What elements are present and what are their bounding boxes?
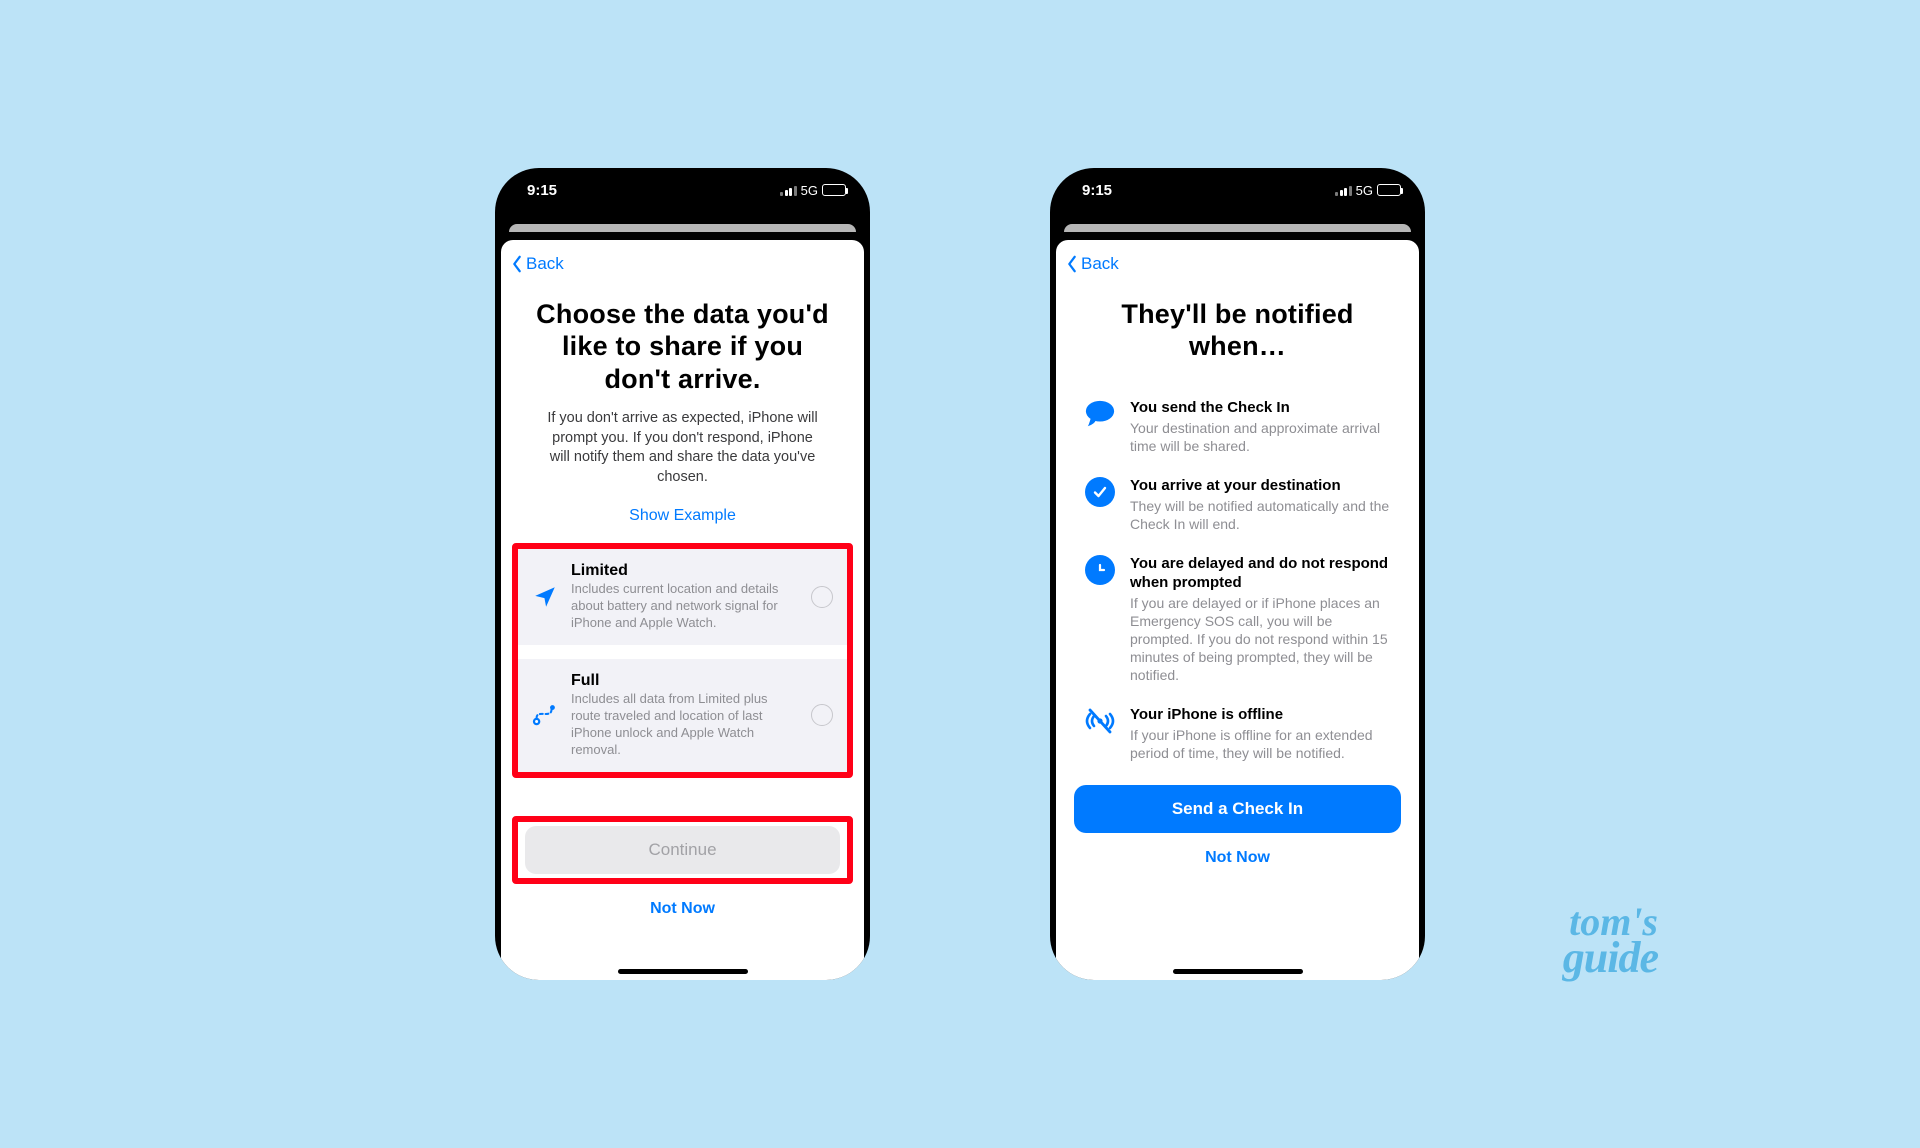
chevron-left-icon [511, 255, 523, 273]
not-now-button[interactable]: Not Now [1056, 833, 1419, 871]
notify-item: You are delayed and do not respond when … [1084, 555, 1391, 684]
offline-icon [1084, 706, 1116, 736]
option-title: Full [571, 672, 799, 690]
notify-title: Your iPhone is offline [1130, 706, 1391, 725]
bubble-icon [1084, 399, 1116, 429]
status-network: 5G [801, 183, 818, 198]
option-desc: Includes current location and details ab… [571, 581, 799, 632]
route-icon [531, 702, 559, 728]
notify-title: You are delayed and do not respond when … [1130, 555, 1391, 593]
back-button[interactable]: Back [511, 254, 852, 274]
signal-icon [780, 184, 797, 196]
option-title: Limited [571, 562, 799, 580]
chevron-left-icon [1066, 255, 1078, 273]
page-heading: Choose the data you'd like to share if y… [501, 280, 864, 395]
page-heading: They'll be notified when… [1056, 280, 1419, 363]
back-button[interactable]: Back [1066, 254, 1407, 274]
option-desc: Includes all data from Limited plus rout… [571, 691, 799, 759]
notify-desc: If your iPhone is offline for an extende… [1130, 726, 1391, 762]
radio-unchecked-icon[interactable] [811, 586, 833, 608]
clock-icon [1085, 555, 1115, 585]
phone-right: 9:15 5G Back They'll [1050, 168, 1425, 980]
status-bar: 9:15 5G [1050, 168, 1425, 212]
show-example-link[interactable]: Show Example [501, 487, 864, 539]
option-full[interactable]: Full Includes all data from Limited plus… [518, 659, 847, 772]
status-network: 5G [1356, 183, 1373, 198]
location-arrow-icon [532, 584, 558, 610]
status-bar: 9:15 5G [495, 168, 870, 212]
battery-icon [822, 184, 846, 196]
not-now-button[interactable]: Not Now [501, 884, 864, 922]
signal-icon [1335, 184, 1352, 196]
home-indicator[interactable] [1173, 969, 1303, 974]
notify-desc: They will be notified automatically and … [1130, 497, 1391, 533]
notify-desc: Your destination and approximate arrival… [1130, 419, 1391, 455]
status-time: 9:15 [527, 182, 557, 199]
back-label: Back [526, 254, 564, 274]
page-subheading: If you don't arrive as expected, iPhone … [501, 395, 864, 487]
watermark: tom's guide [1563, 905, 1658, 976]
options-highlight: Limited Includes current location and de… [512, 543, 853, 777]
notify-desc: If you are delayed or if iPhone places a… [1130, 594, 1391, 685]
home-indicator[interactable] [618, 969, 748, 974]
sheet-behind [1064, 224, 1411, 232]
watermark-line2: guide [1563, 939, 1658, 976]
sheet-behind [509, 224, 856, 232]
check-circle-icon [1085, 477, 1115, 507]
back-label: Back [1081, 254, 1119, 274]
notify-item: You arrive at your destination They will… [1084, 477, 1391, 533]
continue-highlight: Continue [512, 816, 853, 884]
phone-left: 9:15 5G Back Choose t [495, 168, 870, 980]
notify-title: You arrive at your destination [1130, 477, 1391, 496]
notify-item: You send the Check In Your destination a… [1084, 399, 1391, 455]
battery-icon [1377, 184, 1401, 196]
status-time: 9:15 [1082, 182, 1112, 199]
option-limited[interactable]: Limited Includes current location and de… [518, 549, 847, 645]
radio-unchecked-icon[interactable] [811, 704, 833, 726]
continue-button[interactable]: Continue [525, 826, 840, 874]
notify-title: You send the Check In [1130, 399, 1391, 418]
send-checkin-button[interactable]: Send a Check In [1074, 785, 1401, 833]
notify-item: Your iPhone is offline If your iPhone is… [1084, 706, 1391, 762]
